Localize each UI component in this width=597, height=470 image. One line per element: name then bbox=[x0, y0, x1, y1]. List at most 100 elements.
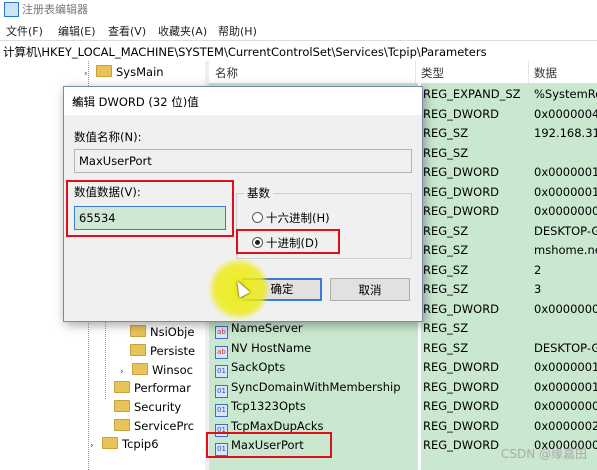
watermark: CSDN @缘嘉田 bbox=[500, 447, 587, 461]
value-data: mshome.ne bbox=[534, 243, 597, 257]
chevron-right-icon[interactable]: › bbox=[120, 367, 128, 377]
value-type: REG_DWORD bbox=[423, 438, 500, 452]
value-name-input[interactable] bbox=[75, 150, 411, 172]
cancel-button[interactable]: 取消 bbox=[330, 278, 410, 301]
dialog-title-bar: 编辑 DWORD (32 位)值 ✕ bbox=[64, 87, 422, 115]
value-type: REG_SZ bbox=[423, 223, 469, 238]
column-header-data[interactable]: 数据 bbox=[528, 61, 597, 83]
value-type: REG_DWORD bbox=[423, 165, 500, 179]
string-value-icon: ab bbox=[215, 345, 228, 359]
tree-item-performance[interactable]: Performar bbox=[114, 381, 191, 395]
value-data: 3 bbox=[534, 282, 542, 296]
tree-item-security[interactable]: Security bbox=[114, 400, 181, 414]
value-type: REG_SZ bbox=[423, 126, 469, 140]
menu-edit[interactable]: 编辑(E) bbox=[58, 23, 96, 39]
annotation-box-maxuserport bbox=[206, 432, 332, 458]
value-row[interactable]: ab NV HostName REG_SZ DESKTOP-G bbox=[209, 339, 597, 359]
value-name: TcpMaxDupAcks bbox=[231, 418, 324, 433]
value-type: REG_SZ bbox=[423, 321, 469, 335]
menu-favorites[interactable]: 收藏夹(A) bbox=[158, 23, 207, 39]
header-label: 名称 bbox=[215, 66, 238, 80]
menu-bar: 文件(F) 编辑(E) 查看(V) 收藏夹(A) 帮助(H) bbox=[0, 20, 597, 40]
chevron-right-icon[interactable]: › bbox=[84, 69, 92, 79]
tree-item-label: Security bbox=[134, 400, 182, 414]
tree-item-nsiobje[interactable]: NsiObje bbox=[130, 325, 194, 339]
folder-icon bbox=[132, 363, 148, 375]
tree-item-persiste[interactable]: Persiste bbox=[130, 344, 195, 358]
value-name-label: 数值名称(N): bbox=[74, 130, 142, 144]
tree-item-label: Persiste bbox=[150, 344, 196, 358]
title-bar: 注册表编辑器 bbox=[0, 0, 597, 18]
value-row[interactable]: 01 SackOpts REG_DWORD 0x0000001 bbox=[209, 358, 597, 378]
tree-guide-line bbox=[105, 319, 106, 399]
value-type: REG_DWORD bbox=[423, 301, 500, 316]
value-type: REG_DWORD bbox=[423, 418, 500, 433]
annotation-box-value-data bbox=[66, 180, 234, 237]
window-title: 注册表编辑器 bbox=[22, 3, 88, 16]
value-type: REG_SZ bbox=[423, 145, 469, 160]
column-header-name[interactable]: 名称 bbox=[209, 61, 416, 83]
tree-item-serviceprovider[interactable]: ServicePrc bbox=[114, 419, 194, 433]
value-data: %SystemRo bbox=[534, 87, 597, 101]
close-icon[interactable]: ✕ bbox=[72, 94, 414, 108]
binary-value-icon: 01 bbox=[215, 384, 228, 398]
value-data: 0x0000001 bbox=[534, 165, 597, 179]
menu-help[interactable]: 帮助(H) bbox=[218, 23, 257, 39]
string-value-icon: ab bbox=[215, 326, 228, 339]
tree-item-label: SysMain bbox=[116, 65, 164, 79]
header-label: 类型 bbox=[421, 66, 444, 80]
radio-hex[interactable]: 十六进制(H) bbox=[252, 210, 330, 226]
tree-item-sysmain[interactable]: › SysMain bbox=[84, 65, 164, 79]
tree-item-label: ServicePrc bbox=[134, 419, 195, 433]
value-type: REG_EXPAND_SZ bbox=[423, 87, 521, 101]
tree-item-label: NsiObje bbox=[150, 325, 195, 339]
tree-item-winsoc[interactable]: › Winsoc bbox=[120, 363, 193, 377]
value-name: NameServer bbox=[231, 321, 303, 335]
tree-item-tcpip6[interactable]: › Tcpip6 bbox=[90, 437, 159, 451]
value-data: 0x0000001 bbox=[534, 184, 597, 199]
annotation-box-decimal bbox=[236, 229, 340, 254]
menu-view[interactable]: 查看(V) bbox=[108, 23, 146, 39]
value-type: REG_SZ bbox=[423, 262, 469, 277]
chevron-right-icon[interactable]: › bbox=[90, 441, 98, 451]
folder-icon bbox=[114, 381, 130, 393]
value-data: 0x0000001 bbox=[534, 379, 597, 394]
value-type: REG_DWORD bbox=[423, 184, 500, 199]
value-row[interactable]: 01 Tcp1323Opts REG_DWORD 0x0000000 bbox=[209, 397, 597, 417]
value-data: 0x0000000 bbox=[534, 204, 597, 218]
value-type: REG_SZ bbox=[423, 243, 469, 257]
value-type: REG_DWORD bbox=[423, 106, 500, 121]
value-type: REG_DWORD bbox=[423, 360, 500, 374]
value-data: 0x0000000 bbox=[534, 301, 597, 316]
tree-item-label: Winsoc bbox=[152, 363, 193, 377]
address-bar[interactable]: 计算机\HKEY_LOCAL_MACHINE\SYSTEM\CurrentCon… bbox=[0, 40, 597, 62]
value-type: REG_SZ bbox=[423, 282, 469, 296]
tree-item-label: Tcpip6 bbox=[122, 437, 159, 451]
radio-dot[interactable] bbox=[252, 212, 263, 223]
radio-hex-label: 十六进制(H) bbox=[266, 211, 330, 225]
value-type: REG_DWORD bbox=[423, 399, 500, 413]
value-row[interactable]: 01 SyncDomainWithMembership REG_DWORD 0x000… bbox=[209, 378, 597, 398]
value-type: REG_DWORD bbox=[423, 379, 500, 394]
column-header-type[interactable]: 类型 bbox=[415, 61, 529, 83]
value-name-field[interactable] bbox=[74, 149, 412, 173]
folder-icon bbox=[96, 65, 112, 77]
value-data: 2 bbox=[534, 262, 542, 277]
value-name: SyncDomainWithMembership bbox=[231, 379, 401, 394]
folder-icon bbox=[114, 419, 130, 431]
value-name: NV HostName bbox=[231, 340, 312, 355]
value-data: 0x0000000 bbox=[534, 399, 597, 413]
binary-value-icon: 01 bbox=[215, 404, 228, 417]
folder-icon bbox=[130, 325, 146, 337]
value-type: REG_DWORD bbox=[423, 204, 500, 218]
value-data: DESKTOP-G bbox=[534, 340, 597, 355]
value-type: REG_SZ bbox=[423, 340, 469, 355]
menu-file[interactable]: 文件(F) bbox=[6, 23, 43, 39]
address-path[interactable]: 计算机\HKEY_LOCAL_MACHINE\SYSTEM\CurrentCon… bbox=[3, 44, 487, 60]
base-group-label: 基数 bbox=[244, 185, 273, 201]
folder-icon bbox=[114, 400, 130, 412]
folder-icon bbox=[130, 344, 146, 356]
value-name: SackOpts bbox=[231, 360, 286, 374]
value-data: 192.168.31. bbox=[534, 126, 597, 140]
binary-value-icon: 01 bbox=[215, 365, 228, 378]
